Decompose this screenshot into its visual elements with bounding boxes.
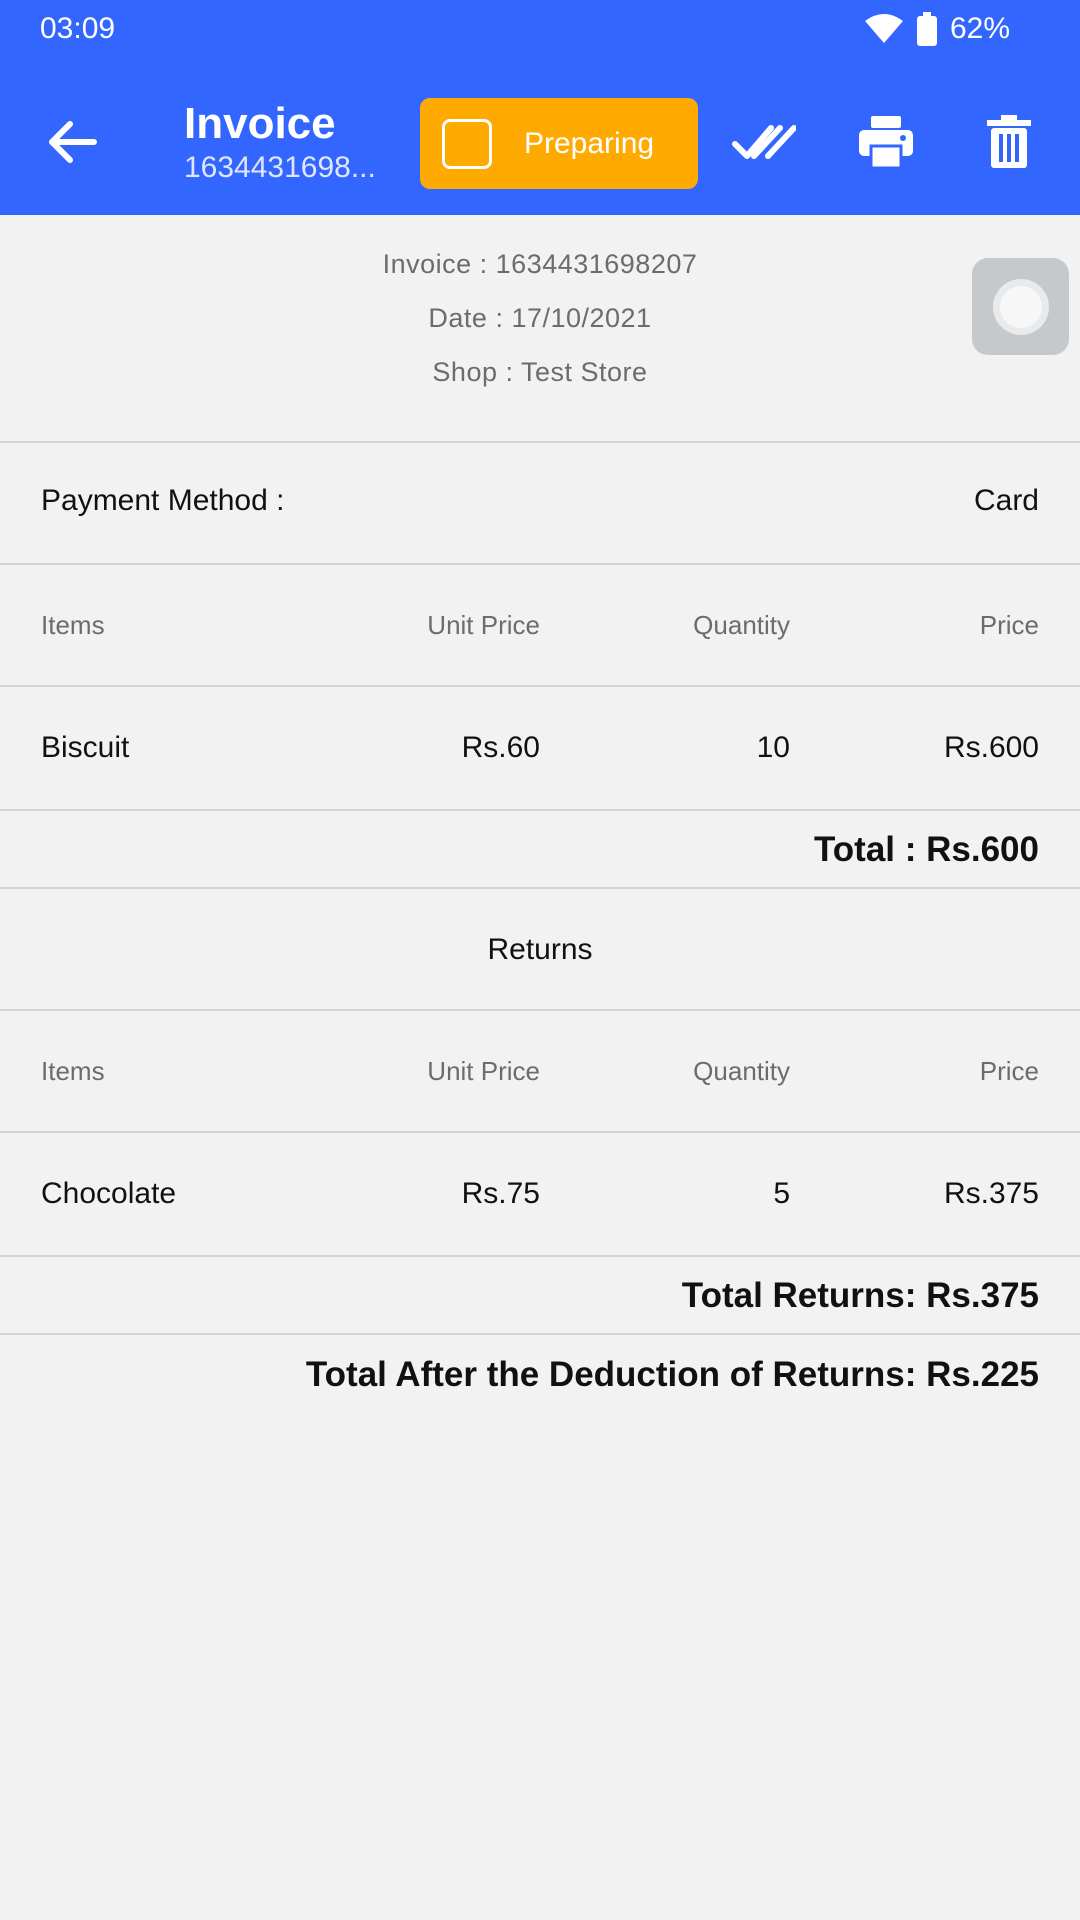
page-subtitle: 1634431698... <box>184 151 376 184</box>
status-bar: 03:09 62% <box>0 0 1080 60</box>
battery-icon <box>916 12 938 46</box>
header-items: Items <box>41 609 105 640</box>
return-item-unit-price: Rs.75 <box>461 1177 540 1210</box>
return-item-price: Rs.375 <box>943 1177 1039 1210</box>
invoice-info: Invoice : 1634431698207 Date : 17/10/202… <box>0 237 1080 443</box>
invoice-number: Invoice : 1634431698207 <box>382 249 698 279</box>
status-chip-label: Preparing <box>524 126 655 160</box>
returns-title: Returns <box>0 889 1080 1011</box>
header-price: Price <box>979 1055 1039 1086</box>
wifi-icon <box>864 13 904 45</box>
app-bar: Invoice 1634431698... Preparing <box>0 60 1080 215</box>
checkbox-icon <box>442 118 492 169</box>
items-total: Total : Rs.600 <box>0 811 1080 889</box>
item-unit-price: Rs.60 <box>461 731 540 764</box>
returns-table-header: Items Unit Price Quantity Price <box>0 1011 1080 1133</box>
header-price: Price <box>979 609 1039 640</box>
assistive-touch-button[interactable] <box>972 258 1069 355</box>
return-item-quantity: 5 <box>773 1177 790 1210</box>
return-item-name: Chocolate <box>41 1177 177 1210</box>
payment-method-value: Card <box>973 484 1039 517</box>
delete-button[interactable] <box>977 110 1041 174</box>
item-quantity: 10 <box>756 731 790 764</box>
back-arrow-icon <box>49 121 97 163</box>
mark-complete-button[interactable] <box>732 110 796 174</box>
status-icons: 62% <box>864 12 1010 46</box>
returns-total: Total Returns: Rs.375 <box>0 1257 1080 1335</box>
double-check-icon <box>732 125 796 159</box>
payment-method-row: Payment Method : Card <box>0 443 1080 565</box>
print-icon <box>859 116 913 170</box>
header-unit-price: Unit Price <box>427 1055 540 1086</box>
status-time: 03:09 <box>40 12 116 45</box>
trash-icon <box>987 115 1031 168</box>
item-price: Rs.600 <box>943 731 1039 764</box>
header-items: Items <box>41 1055 105 1086</box>
title-block: Invoice 1634431698... <box>184 98 384 186</box>
battery-percent: 62% <box>949 12 1010 45</box>
assistive-touch-icon <box>992 278 1049 335</box>
page-title: Invoice <box>184 99 336 148</box>
payment-method-label: Payment Method : <box>41 484 285 517</box>
final-total: Total After the Deduction of Returns: Rs… <box>305 1355 1039 1394</box>
items-table-header: Items Unit Price Quantity Price <box>0 565 1080 687</box>
table-row: Chocolate Rs.75 5 Rs.375 <box>0 1133 1080 1257</box>
invoice-date: Date : 17/10/2021 <box>428 303 652 333</box>
print-button[interactable] <box>854 110 918 174</box>
back-button[interactable] <box>40 110 104 174</box>
status-chip-button[interactable]: Preparing <box>420 98 698 189</box>
shop-name: Shop : Test Store <box>432 357 648 387</box>
invoice-content: Invoice : 1634431698207 Date : 17/10/202… <box>0 215 1080 1415</box>
header-unit-price: Unit Price <box>427 609 540 640</box>
table-row: Biscuit Rs.60 10 Rs.600 <box>0 687 1080 811</box>
header-quantity: Quantity <box>693 1055 790 1086</box>
header-quantity: Quantity <box>693 609 790 640</box>
item-name: Biscuit <box>41 731 130 764</box>
